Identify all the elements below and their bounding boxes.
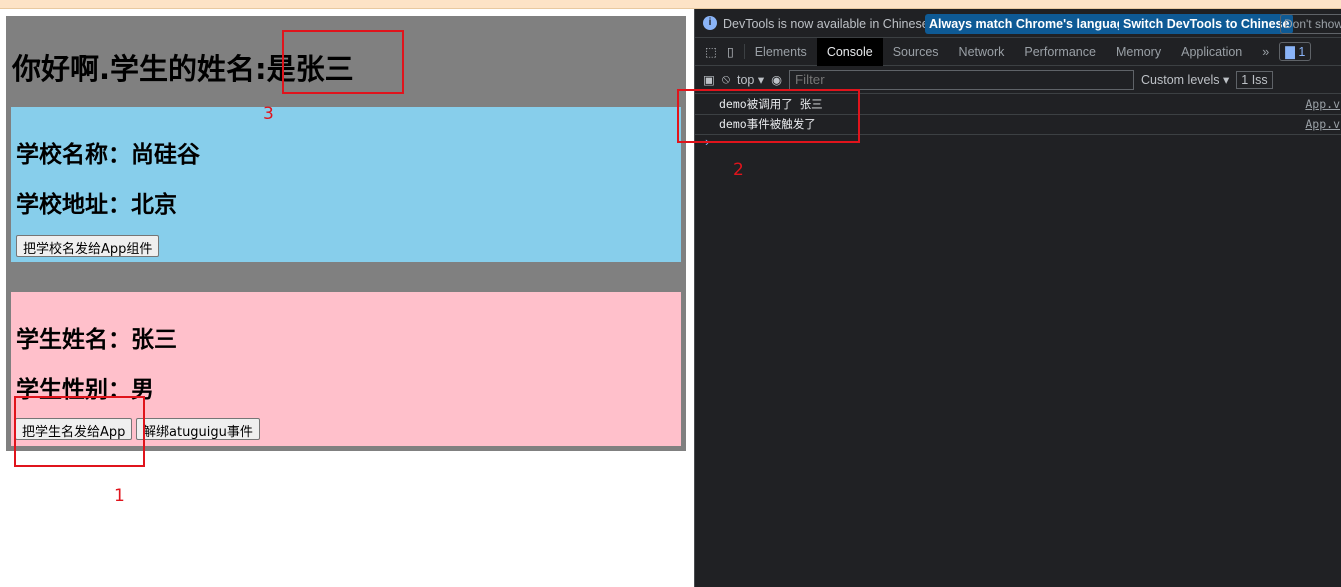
clear-console-icon[interactable]: ⦸ (722, 72, 730, 87)
devtools-tabs: ⬚ ▯ Elements Console Sources Network Per… (695, 37, 1341, 66)
annotation-box-3 (282, 30, 404, 94)
filter-input[interactable] (789, 69, 1135, 90)
console-source-link[interactable]: App.v (1305, 95, 1340, 114)
dont-show-button[interactable]: Don't show (1280, 14, 1341, 34)
tab-elements[interactable]: Elements (745, 38, 817, 66)
tab-console[interactable]: Console (816, 37, 883, 66)
annotation-label-1: 1 (114, 486, 125, 506)
match-language-button[interactable]: Always match Chrome's language (925, 14, 1136, 34)
tab-memory[interactable]: Memory (1106, 38, 1171, 66)
device-toolbar-icon[interactable]: ▯ (723, 44, 745, 59)
send-school-name-button[interactable]: 把学校名发给App组件 (16, 235, 160, 257)
annotation-box-2 (677, 89, 860, 143)
school-name: 学校名称：尚硅谷 (16, 142, 200, 168)
more-tabs-button[interactable]: » (1252, 38, 1279, 66)
issues-count: 1 (1298, 45, 1306, 59)
annotation-box-1 (14, 396, 145, 467)
school-component: 学校名称：尚硅谷 学校地址：北京 把学校名发给App组件 (11, 107, 681, 262)
student-name: 学生姓名：张三 (16, 327, 177, 353)
console-source-link[interactable]: App.v (1305, 115, 1340, 134)
log-levels-dropdown[interactable]: Custom levels ▾ (1141, 72, 1229, 87)
unbind-event-button[interactable]: 解绑atuguigu事件 (136, 418, 260, 440)
sidebar-toggle-icon[interactable]: ▣ (703, 72, 715, 87)
inspect-element-icon[interactable]: ⬚ (695, 44, 723, 59)
school-address: 学校地址：北京 (16, 192, 177, 218)
tab-application[interactable]: Application (1171, 38, 1252, 66)
info-icon: i (703, 16, 717, 30)
devtools-language-infobar: i DevTools is now available in Chinese! … (695, 9, 1341, 38)
context-selector[interactable]: top ▾ (737, 72, 764, 87)
tab-sources[interactable]: Sources (883, 38, 949, 66)
tab-network[interactable]: Network (949, 38, 1015, 66)
page-viewport: 你好啊.学生的姓名:是张三 学校名称：尚硅谷 学校地址：北京 把学校名发给App… (0, 9, 694, 587)
issues-button[interactable]: 1 Iss (1236, 70, 1273, 89)
switch-to-chinese-button[interactable]: Switch DevTools to Chinese (1119, 14, 1294, 34)
annotation-label-3: 3 (263, 104, 274, 124)
issues-badge[interactable]: ▇ 1 (1279, 42, 1312, 61)
annotation-label-2: 2 (733, 160, 744, 180)
browser-top-strip (0, 0, 1341, 9)
infobar-message: DevTools is now available in Chinese! (723, 17, 933, 31)
live-expression-eye-icon[interactable]: ◉ (771, 72, 782, 87)
tab-performance[interactable]: Performance (1014, 38, 1106, 66)
